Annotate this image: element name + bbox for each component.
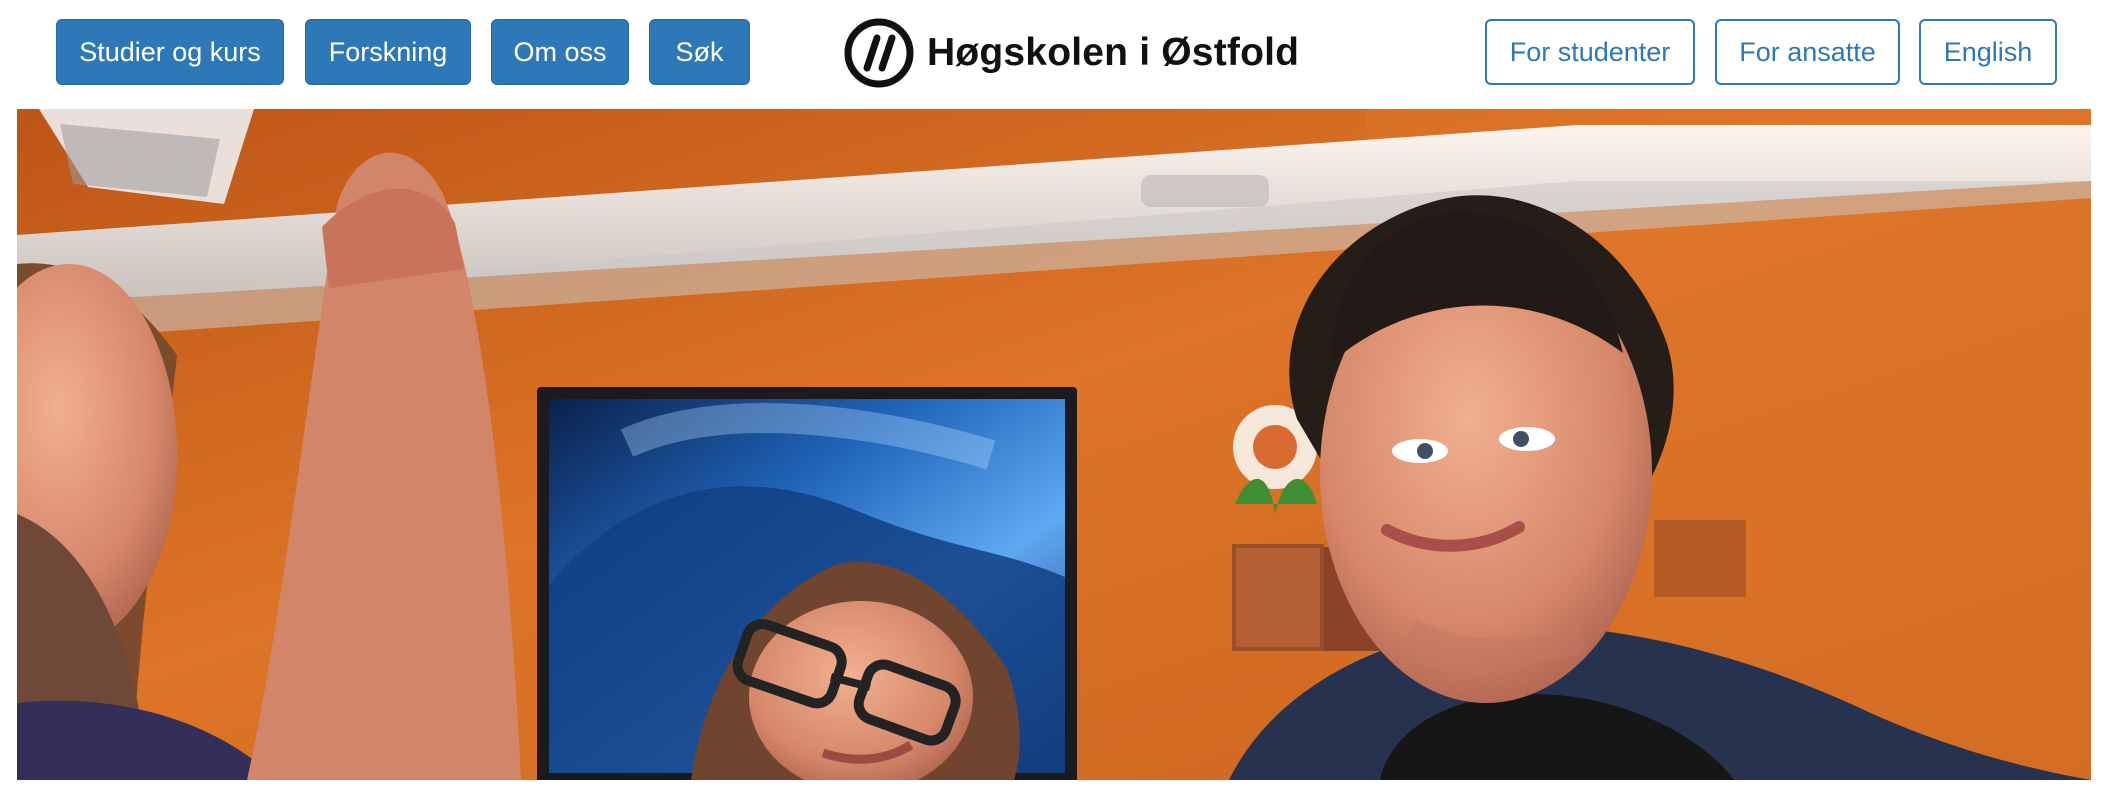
ceiling-fixture bbox=[1141, 175, 1269, 207]
for-ansatte-button[interactable]: For ansatte bbox=[1715, 19, 1900, 85]
search-button[interactable]: Søk bbox=[649, 19, 750, 85]
wall-picture bbox=[1654, 520, 1746, 597]
nav-om-oss-button[interactable]: Om oss bbox=[491, 19, 629, 85]
for-studenter-button[interactable]: For studenter bbox=[1485, 19, 1695, 85]
hiof-logo-icon bbox=[844, 18, 914, 88]
nav-forskning-button[interactable]: Forskning bbox=[305, 19, 471, 85]
homepage: Studier og kurs Forskning Om oss Søk Høg… bbox=[0, 0, 2110, 800]
nav-studier-og-kurs-button[interactable]: Studier og kurs bbox=[56, 19, 284, 85]
site-logo-link[interactable]: Høgskolen i Østfold bbox=[843, 16, 1299, 90]
english-language-button[interactable]: English bbox=[1919, 19, 2057, 85]
hero-image bbox=[17, 109, 2091, 780]
hero-photo-illustration bbox=[17, 109, 2091, 780]
site-header: Studier og kurs Forskning Om oss Søk Høg… bbox=[0, 0, 2110, 108]
site-logo-text: Høgskolen i Østfold bbox=[927, 31, 1300, 74]
